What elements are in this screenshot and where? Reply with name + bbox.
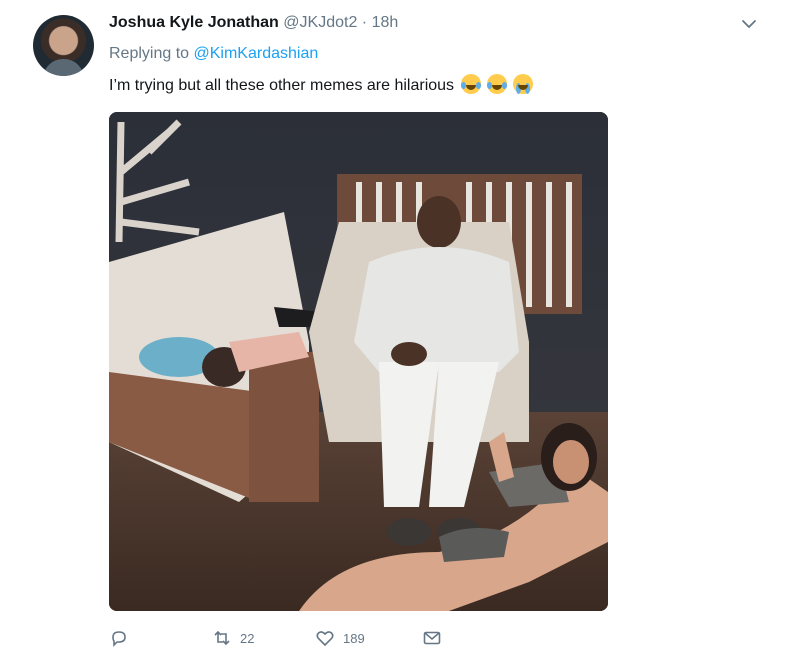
separator-dot: · (361, 14, 368, 31)
heart-icon (316, 631, 334, 647)
replying-mention[interactable]: @KimKardashian (194, 45, 319, 62)
retweet-icon (214, 630, 230, 646)
tweet-time[interactable]: 18h (372, 14, 399, 31)
avatar-shirt (43, 59, 84, 76)
face-with-tears-of-joy-icon (460, 74, 481, 94)
tweet-actions: 22 189 (109, 628, 529, 648)
tweet-photo[interactable] (109, 112, 608, 611)
chevron-down-icon[interactable] (741, 16, 757, 32)
replying-label: Replying to (109, 45, 190, 62)
tweet-text: I’m trying but all these other memes are… (109, 77, 455, 94)
retweet-count: 22 (240, 630, 255, 646)
dm-button[interactable] (422, 628, 442, 648)
reply-button[interactable] (109, 628, 129, 648)
like-button[interactable]: 189 (315, 628, 365, 648)
photo-illustration (109, 112, 608, 611)
tweet-header: Joshua Kyle Jonathan @JKJdot2 · 18h (109, 12, 747, 34)
reply-icon (112, 631, 126, 647)
loudly-crying-face-icon (513, 74, 534, 94)
face-with-tears-of-joy-icon (486, 74, 507, 94)
author-handle[interactable]: @JKJdot2 (283, 14, 357, 31)
author-name[interactable]: Joshua Kyle Jonathan (109, 14, 279, 31)
like-count: 189 (343, 630, 365, 646)
replying-line: Replying to @KimKardashian (109, 44, 318, 64)
tweet-text-line: I’m trying but all these other memes are… (109, 74, 534, 97)
retweet-button[interactable]: 22 (212, 628, 254, 648)
avatar[interactable] (33, 15, 94, 76)
message-icon (423, 631, 441, 645)
